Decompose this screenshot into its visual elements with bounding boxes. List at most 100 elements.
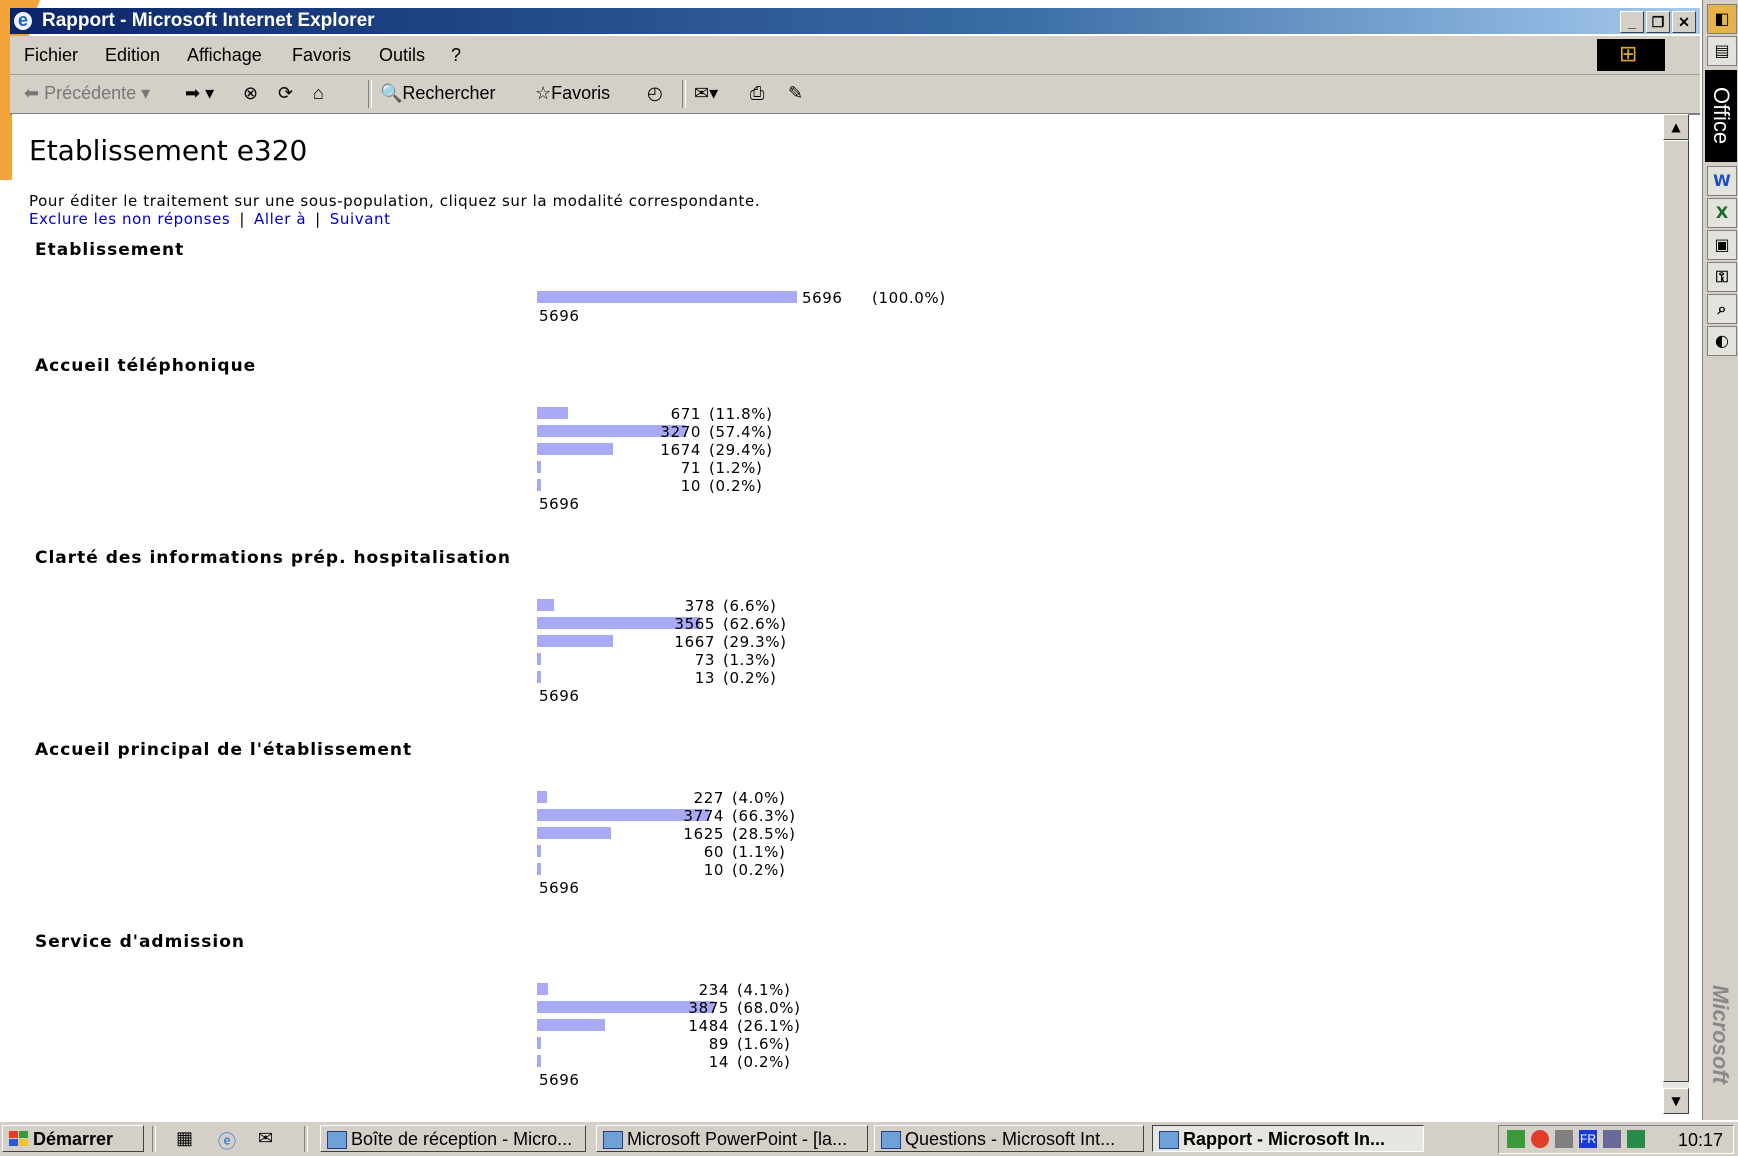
show-desktop-icon[interactable]: ▦ xyxy=(176,1128,193,1149)
history-button[interactable]: ◴ xyxy=(647,83,663,104)
mail-button[interactable]: ✉▾ xyxy=(694,83,718,104)
frequency-bar xyxy=(537,845,541,857)
mail-icon: ✉▾ xyxy=(694,83,719,103)
goto-link[interactable]: Aller à xyxy=(254,210,306,228)
menu-favoris[interactable]: Favoris xyxy=(292,45,351,66)
frequency-bar xyxy=(537,635,613,647)
powerpoint-icon[interactable]: ▣ xyxy=(1707,230,1737,260)
total-value: 5696 xyxy=(539,687,580,705)
next-link[interactable]: Suivant xyxy=(330,210,391,228)
print-button[interactable]: ⎙ xyxy=(750,83,764,104)
nav-links: Exclure les non réponses | Aller à | Suivant xyxy=(29,210,391,228)
count-value: 671 xyxy=(670,405,701,423)
menu-edition[interactable]: Edition xyxy=(105,45,160,66)
key-icon[interactable]: ⚿ xyxy=(1707,262,1737,292)
percent-value: (4.0%) xyxy=(732,789,786,807)
taskbar-button-inbox[interactable]: Boîte de réception - Micro... xyxy=(320,1125,586,1152)
percent-value: (66.3%) xyxy=(732,807,796,825)
frequency-bar xyxy=(537,479,541,491)
favorites-button[interactable]: ☆Favoris xyxy=(535,83,610,104)
count-value: 234 xyxy=(698,981,729,999)
monitor-icon[interactable] xyxy=(1555,1130,1573,1148)
menu-help[interactable]: ? xyxy=(451,45,461,66)
print-icon: ⎙ xyxy=(750,83,765,103)
display-icon[interactable] xyxy=(1603,1130,1621,1148)
total-value: 5696 xyxy=(539,879,580,897)
count-value: 1674 xyxy=(660,441,701,459)
taskbar-button-rapport[interactable]: Rapport - Microsoft In... xyxy=(1152,1125,1424,1152)
start-button[interactable]: Démarrer xyxy=(2,1125,144,1152)
word-icon[interactable]: W xyxy=(1707,166,1737,196)
menu-affichage[interactable]: Affichage xyxy=(187,45,262,66)
home-button[interactable]: ⌂ xyxy=(313,83,324,104)
toolbar-separator xyxy=(682,80,686,108)
windows-flag-icon xyxy=(1597,39,1665,71)
section-heading: Accueil téléphonique xyxy=(35,356,257,376)
stop-button[interactable]: ⊗ xyxy=(243,83,258,104)
count-value: 5696 xyxy=(802,289,843,307)
exclude-nonresponse-link[interactable]: Exclure les non réponses xyxy=(29,210,230,228)
percent-value: (1.3%) xyxy=(723,651,777,669)
count-value: 89 xyxy=(708,1035,729,1053)
taskbar-button-questions[interactable]: Questions - Microsoft Int... xyxy=(874,1125,1144,1152)
office-new-icon[interactable]: ▤ xyxy=(1707,36,1737,66)
close-button[interactable]: ✕ xyxy=(1672,11,1696,33)
scrollbar-thumb[interactable] xyxy=(1663,140,1689,1082)
taskbar-button-powerpoint[interactable]: Microsoft PowerPoint - [la... xyxy=(596,1125,868,1152)
ie-quicklaunch-icon[interactable]: ⓔ xyxy=(218,1128,236,1154)
frequency-bar xyxy=(537,791,547,803)
restore-button[interactable]: ❐ xyxy=(1646,11,1670,33)
percent-value: (0.2%) xyxy=(723,669,777,687)
menu-fichier[interactable]: Fichier xyxy=(24,45,78,66)
scroll-up-button[interactable]: ▲ xyxy=(1663,114,1689,140)
total-value: 5696 xyxy=(539,495,580,513)
count-value: 10 xyxy=(703,861,724,879)
percent-value: (29.4%) xyxy=(709,441,773,459)
ie-icon xyxy=(881,1131,901,1149)
antivirus-icon[interactable] xyxy=(1531,1130,1549,1148)
find-icon[interactable]: ⌕ xyxy=(1707,294,1737,324)
frequency-bar xyxy=(537,653,541,665)
count-value: 10 xyxy=(680,477,701,495)
ie-icon xyxy=(14,7,32,33)
window-titlebar[interactable]: Rapport - Microsoft Internet Explorer _ … xyxy=(10,7,1700,34)
outlook-quicklaunch-icon[interactable]: ✉ xyxy=(258,1128,273,1149)
percent-value: (62.6%) xyxy=(723,615,787,633)
office-logo-icon[interactable]: ◧ xyxy=(1707,4,1737,34)
window-title: Rapport - Microsoft Internet Explorer xyxy=(42,10,375,31)
activity-icon[interactable] xyxy=(1627,1130,1645,1148)
network-icon[interactable] xyxy=(1507,1130,1525,1148)
vertical-scrollbar[interactable]: ▲ ▼ xyxy=(1663,114,1689,1114)
forward-button[interactable]: ➡ ▾ xyxy=(185,83,214,104)
percent-value: (28.5%) xyxy=(732,825,796,843)
count-value: 3875 xyxy=(688,999,729,1017)
count-value: 60 xyxy=(703,843,724,861)
percent-value: (68.0%) xyxy=(737,999,801,1017)
count-value: 3270 xyxy=(660,423,701,441)
edit-button[interactable]: ✎ xyxy=(788,83,803,104)
language-indicator[interactable]: FR xyxy=(1579,1130,1597,1148)
section-heading: Etablissement xyxy=(35,240,185,260)
menu-outils[interactable]: Outils xyxy=(379,45,425,66)
search-icon: 🔍 xyxy=(380,83,403,103)
refresh-button[interactable]: ⟳ xyxy=(278,83,293,104)
minimize-button[interactable]: _ xyxy=(1620,11,1644,33)
count-value: 1484 xyxy=(688,1017,729,1035)
excel-icon[interactable]: X xyxy=(1707,198,1737,228)
percent-value: (57.4%) xyxy=(709,423,773,441)
toolbar-separator xyxy=(368,80,372,108)
percent-value: (100.0%) xyxy=(872,289,946,307)
taskbar-separator xyxy=(152,1126,156,1152)
taskbar: Démarrer ▦ ⓔ ✉ Boîte de réception - Micr… xyxy=(0,1120,1738,1156)
frequency-bar xyxy=(537,983,548,995)
help-icon[interactable]: ◐ xyxy=(1707,326,1737,356)
clock: 10:17 xyxy=(1677,1130,1723,1150)
scroll-down-button[interactable]: ▼ xyxy=(1663,1088,1689,1114)
back-button[interactable]: ⬅ Précédente ▾ xyxy=(24,83,150,104)
frequency-bar xyxy=(537,863,541,875)
search-button[interactable]: 🔍Rechercher xyxy=(380,83,495,104)
count-value: 3774 xyxy=(683,807,724,825)
section-heading: Clarté des informations prép. hospitalis… xyxy=(35,548,511,568)
count-value: 1667 xyxy=(674,633,715,651)
office-bar-brand: Microsoft xyxy=(1708,985,1733,1084)
